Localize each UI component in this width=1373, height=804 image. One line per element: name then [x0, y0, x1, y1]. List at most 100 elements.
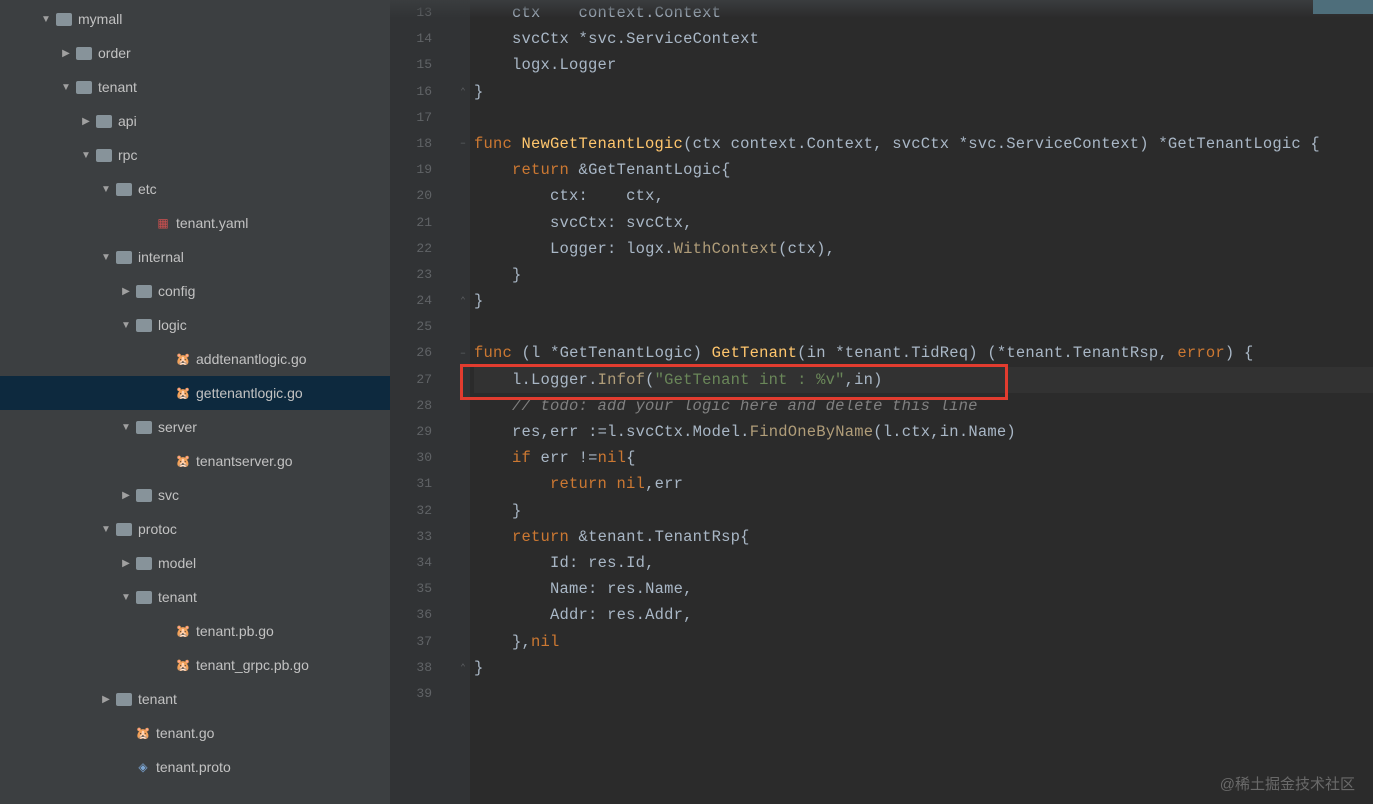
code-line[interactable]: l.Logger.Infof("GetTenant int : %v",in) [474, 367, 1373, 393]
tree-item-tenant-pb-go[interactable]: ▶🐹tenant.pb.go [0, 614, 390, 648]
tree-item-tenant[interactable]: ▼tenant [0, 580, 390, 614]
code-line[interactable]: } [474, 288, 1373, 314]
code-area[interactable]: ctx context.Context svcCtx *svc.ServiceC… [470, 0, 1373, 804]
fold-marker [456, 602, 470, 628]
tree-item-api[interactable]: ▶api [0, 104, 390, 138]
line-number: 22 [390, 236, 432, 262]
fold-marker[interactable]: ⌃ [456, 79, 470, 105]
expand-arrow-icon[interactable]: ▼ [60, 82, 72, 93]
line-number: 13 [390, 0, 432, 26]
tree-item-rpc[interactable]: ▼rpc [0, 138, 390, 172]
expand-arrow-icon[interactable]: ▶ [80, 116, 92, 127]
tree-item-addtenantlogic-go[interactable]: ▶🐹addtenantlogic.go [0, 342, 390, 376]
tree-item-tenant-grpc-pb-go[interactable]: ▶🐹tenant_grpc.pb.go [0, 648, 390, 682]
tree-item-server[interactable]: ▼server [0, 410, 390, 444]
code-line[interactable]: ctx: ctx, [474, 183, 1373, 209]
tree-item-mymall[interactable]: ▼mymall [0, 2, 390, 36]
tree-item-gettenantlogic-go[interactable]: ▶🐹gettenantlogic.go [0, 376, 390, 410]
tree-item-label: tenant.go [156, 725, 214, 741]
expand-arrow-icon[interactable]: ▼ [100, 524, 112, 535]
tree-item-tenant[interactable]: ▶tenant [0, 682, 390, 716]
expand-arrow-icon[interactable]: ▶ [120, 558, 132, 569]
tree-item-protoc[interactable]: ▼ protoc [0, 512, 390, 546]
tree-item-tenantserver-go[interactable]: ▶🐹tenantserver.go [0, 444, 390, 478]
fold-marker[interactable]: ⌃ [456, 655, 470, 681]
line-number: 35 [390, 576, 432, 602]
expand-arrow-icon[interactable]: ▼ [100, 252, 112, 263]
tree-item-tenant-proto[interactable]: ▶◈tenant.proto [0, 750, 390, 784]
code-line[interactable]: return nil,err [474, 471, 1373, 497]
fold-marker[interactable]: − [456, 131, 470, 157]
tree-item-label: tenant.pb.go [196, 623, 274, 639]
line-number: 27 [390, 367, 432, 393]
expand-arrow-icon[interactable]: ▶ [100, 694, 112, 705]
line-number: 29 [390, 419, 432, 445]
fold-marker [456, 183, 470, 209]
code-line[interactable]: } [474, 498, 1373, 524]
folder-icon [136, 557, 152, 570]
code-line[interactable]: svcCtx: svcCtx, [474, 210, 1373, 236]
yaml-file-icon: ▦ [156, 216, 170, 230]
tree-item-internal[interactable]: ▼ internal [0, 240, 390, 274]
code-line[interactable]: Logger: logx.WithContext(ctx), [474, 236, 1373, 262]
expand-arrow-icon[interactable]: ▼ [80, 150, 92, 161]
tree-item-label: protoc [138, 521, 177, 537]
expand-arrow-icon[interactable]: ▶ [120, 286, 132, 297]
tree-item-config[interactable]: ▶ config [0, 274, 390, 308]
code-line[interactable]: // todo: add your logic here and delete … [474, 393, 1373, 419]
code-line[interactable]: Addr: res.Addr, [474, 602, 1373, 628]
tree-item-tenant-go[interactable]: ▶🐹tenant.go [0, 716, 390, 750]
line-number: 24 [390, 288, 432, 314]
tree-item-tenant[interactable]: ▼tenant [0, 70, 390, 104]
fold-marker[interactable]: ⌃ [456, 288, 470, 314]
code-line[interactable]: res,err :=l.svcCtx.Model.FindOneByName(l… [474, 419, 1373, 445]
code-line[interactable]: return &GetTenantLogic{ [474, 157, 1373, 183]
code-line[interactable]: } [474, 262, 1373, 288]
fold-marker[interactable]: − [456, 340, 470, 366]
code-line[interactable]: return &tenant.TenantRsp{ [474, 524, 1373, 550]
expand-arrow-icon[interactable]: ▶ [120, 490, 132, 501]
folder-icon [116, 183, 132, 196]
code-line[interactable] [474, 105, 1373, 131]
fold-marker [456, 681, 470, 707]
tree-item-label: config [158, 283, 195, 299]
expand-arrow-icon[interactable]: ▼ [120, 422, 132, 433]
line-number: 25 [390, 314, 432, 340]
code-line[interactable]: ctx context.Context [474, 0, 1373, 26]
line-gutter: 1314151617181920212223242526272829303132… [390, 0, 456, 804]
fold-marker [456, 498, 470, 524]
folder-icon [136, 489, 152, 502]
code-line[interactable] [474, 314, 1373, 340]
code-line[interactable]: },nil [474, 629, 1373, 655]
tree-item-etc[interactable]: ▼etc [0, 172, 390, 206]
project-tree[interactable]: ▼mymall▶order▼tenant▶api▼rpc▼etc▶▦tenant… [0, 0, 390, 804]
code-line[interactable]: } [474, 655, 1373, 681]
tree-item-tenant-yaml[interactable]: ▶▦tenant.yaml [0, 206, 390, 240]
code-line[interactable]: logx.Logger [474, 52, 1373, 78]
line-number: 37 [390, 629, 432, 655]
tree-item-logic[interactable]: ▼logic [0, 308, 390, 342]
code-line[interactable]: func NewGetTenantLogic(ctx context.Conte… [474, 131, 1373, 157]
code-line[interactable]: svcCtx *svc.ServiceContext [474, 26, 1373, 52]
tree-item-model[interactable]: ▶model [0, 546, 390, 580]
tree-item-svc[interactable]: ▶svc [0, 478, 390, 512]
line-number: 17 [390, 105, 432, 131]
code-line[interactable] [474, 681, 1373, 707]
expand-arrow-icon[interactable]: ▼ [100, 184, 112, 195]
line-number: 16 [390, 79, 432, 105]
code-line[interactable]: } [474, 79, 1373, 105]
fold-marker [456, 367, 470, 393]
expand-arrow-icon[interactable]: ▶ [60, 48, 72, 59]
go-file-icon: 🐹 [136, 726, 150, 740]
expand-arrow-icon[interactable]: ▼ [120, 592, 132, 603]
code-line[interactable]: func (l *GetTenantLogic) GetTenant(in *t… [474, 340, 1373, 366]
tree-item-label: internal [138, 249, 184, 265]
code-line[interactable]: if err !=nil{ [474, 445, 1373, 471]
code-line[interactable]: Name: res.Name, [474, 576, 1373, 602]
expand-arrow-icon[interactable]: ▼ [120, 320, 132, 331]
fold-column[interactable]: ⌃ − ⌃ − ⌃ [456, 0, 470, 804]
expand-arrow-icon[interactable]: ▼ [40, 14, 52, 25]
code-line[interactable]: Id: res.Id, [474, 550, 1373, 576]
tree-item-order[interactable]: ▶order [0, 36, 390, 70]
code-editor[interactable]: 1314151617181920212223242526272829303132… [390, 0, 1373, 804]
